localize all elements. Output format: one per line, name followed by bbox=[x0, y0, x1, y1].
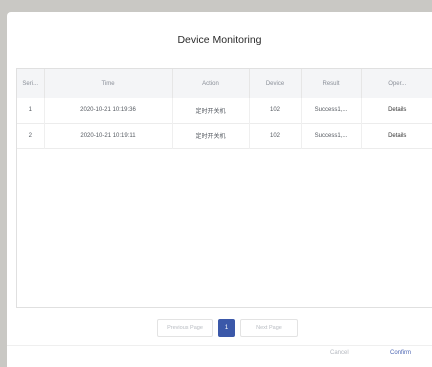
cell-time: 2020-10-21 10:19:36 bbox=[44, 98, 173, 123]
details-link[interactable]: Details bbox=[361, 123, 432, 148]
cell-time: 2020-10-21 10:19:11 bbox=[44, 123, 173, 148]
table-header-row: Seri... Time Action Device Result Oper..… bbox=[17, 69, 432, 98]
cell-action: 定时开关机 bbox=[172, 98, 250, 123]
previous-page-button[interactable]: Previous Page bbox=[157, 319, 213, 337]
footer-divider bbox=[7, 345, 432, 346]
column-header-time[interactable]: Time bbox=[44, 69, 173, 98]
page-1-button[interactable]: 1 bbox=[218, 319, 235, 337]
cell-device: 102 bbox=[249, 98, 302, 123]
device-monitoring-dialog: Device Monitoring Seri... Time Action De… bbox=[7, 12, 432, 367]
column-header-result[interactable]: Result bbox=[301, 69, 362, 98]
table-row: 1 2020-10-21 10:19:36 定时开关机 102 Success1… bbox=[17, 98, 432, 123]
cell-serial: 2 bbox=[17, 123, 45, 148]
details-link[interactable]: Details bbox=[361, 98, 432, 123]
cell-device: 102 bbox=[249, 123, 302, 148]
column-header-action[interactable]: Action bbox=[172, 69, 250, 98]
column-header-device[interactable]: Device bbox=[249, 69, 302, 98]
dialog-title: Device Monitoring bbox=[177, 34, 262, 46]
cell-result: Success1,... bbox=[301, 123, 362, 148]
cell-serial: 1 bbox=[17, 98, 45, 123]
monitoring-table: Seri... Time Action Device Result Oper..… bbox=[16, 68, 432, 308]
cell-result: Success1,... bbox=[301, 98, 362, 123]
confirm-button[interactable]: Confirm bbox=[390, 350, 411, 356]
pagination: Previous Page 1 Next Page bbox=[7, 319, 432, 337]
column-header-operation[interactable]: Oper... bbox=[361, 69, 432, 98]
next-page-button[interactable]: Next Page bbox=[240, 319, 298, 337]
table-row: 2 2020-10-21 10:19:11 定时开关机 102 Success1… bbox=[17, 123, 432, 148]
cancel-button[interactable]: Cancel bbox=[330, 350, 349, 356]
cell-action: 定时开关机 bbox=[172, 123, 250, 148]
column-header-serial[interactable]: Seri... bbox=[17, 69, 45, 98]
